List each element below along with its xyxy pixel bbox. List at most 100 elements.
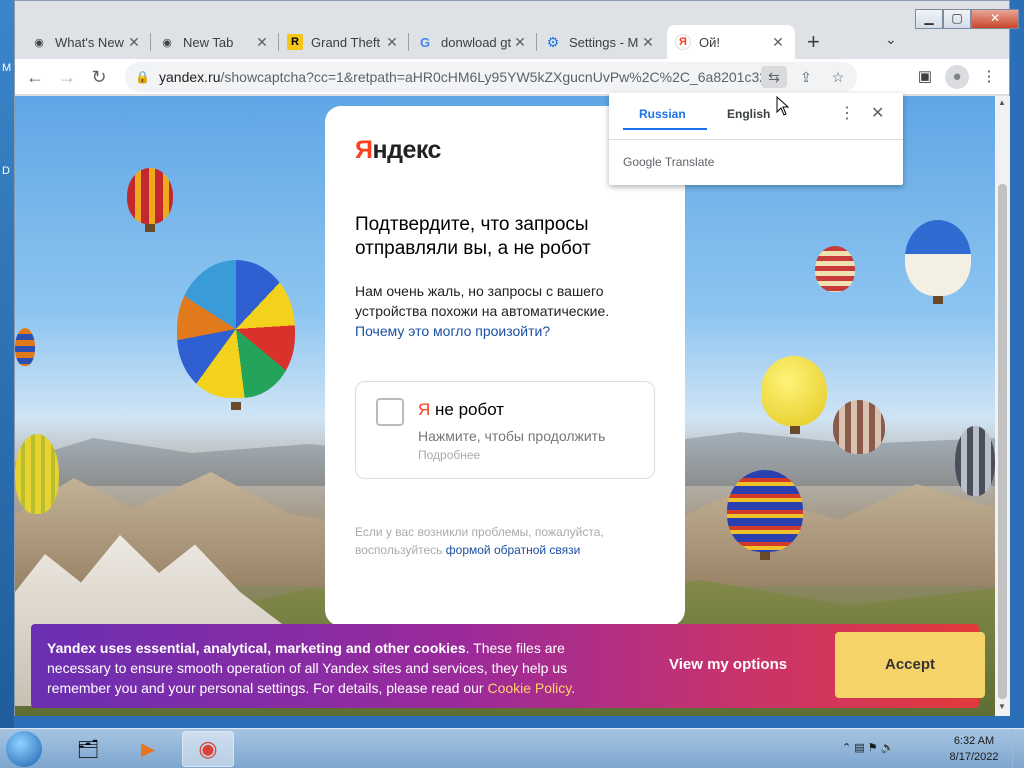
tab-title: Ой! — [699, 34, 720, 50]
scroll-down-arrow-icon[interactable]: ▼ — [998, 702, 1006, 711]
share-icon[interactable]: ⇪ — [793, 66, 819, 88]
not-robot-checkbox[interactable] — [376, 398, 404, 426]
clock-date: 8/17/2022 — [949, 751, 999, 763]
translate-options-icon[interactable]: ⋮ — [839, 103, 855, 123]
url-path: /showcaptcha?cc=1&retpath=aHR0cHM6Ly95YW… — [220, 69, 761, 85]
browser-window: ◉ What's New ✕ ◉ New Tab ✕ R Grand Theft… — [14, 0, 1019, 716]
chrome-icon: ◉ — [162, 36, 172, 49]
not-robot-text: не робот — [430, 400, 505, 419]
balloon — [15, 328, 35, 366]
yandex-icon: Я — [675, 34, 691, 50]
toolbar: ← → ↻ 🔒 yandex.ru/showcaptcha?cc=1&retpa… — [15, 59, 1009, 95]
tab-title: New Tab — [183, 34, 234, 50]
google-translate-brand: Google Translate — [623, 155, 715, 169]
translate-icon[interactable]: ⇆ — [761, 66, 787, 88]
yandex-logo-rest: ндекс — [372, 136, 441, 164]
cookie-text-tail: . — [571, 680, 576, 696]
balloon-basket — [790, 426, 800, 434]
close-tab-icon[interactable]: ✕ — [253, 34, 271, 51]
side-panel-icon[interactable]: ▣ — [913, 65, 937, 89]
google-icon: G — [419, 34, 431, 50]
vertical-scrollbar[interactable]: ▲ ▼ — [995, 96, 1010, 716]
clock-time: 6:32 AM — [953, 735, 995, 747]
chrome-taskbar-icon[interactable]: ◉ — [182, 731, 234, 767]
view-options-button[interactable]: View my options — [669, 656, 787, 673]
translate-popup: Russian English ⋮ ✕ Google Translate — [609, 93, 903, 185]
balloon — [955, 426, 995, 496]
scrollbar-thumb[interactable] — [998, 184, 1007, 699]
translate-close-icon[interactable]: ✕ — [871, 103, 884, 123]
back-button[interactable]: ← — [23, 65, 47, 89]
not-robot-more-link[interactable]: Подробнее — [418, 448, 480, 462]
settings-gear-icon: ⚙ — [546, 33, 560, 50]
close-tab-icon[interactable]: ✕ — [125, 34, 143, 51]
close-tab-icon[interactable]: ✕ — [383, 34, 401, 51]
balloon — [127, 168, 173, 224]
translate-tab-english[interactable]: English — [727, 107, 770, 121]
balloon — [761, 356, 827, 426]
translate-tab-russian[interactable]: Russian — [639, 107, 686, 121]
lock-icon[interactable]: 🔒 — [135, 70, 150, 84]
desktop-icon-fragment[interactable]: M — [2, 62, 11, 74]
url-host: yandex.ru — [159, 69, 221, 85]
balloon-basket — [145, 224, 155, 232]
profile-avatar[interactable]: ● — [945, 65, 969, 89]
close-window-button[interactable]: ✕ — [971, 9, 1019, 29]
scroll-up-arrow-icon[interactable]: ▲ — [998, 98, 1006, 107]
feedback-form-link[interactable]: формой обратной связи — [446, 543, 581, 557]
bookmark-star-icon[interactable]: ☆ — [825, 66, 851, 88]
close-tab-icon[interactable]: ✕ — [769, 34, 787, 51]
tab-yandex-active[interactable]: Я Ой! ✕ — [667, 25, 795, 59]
system-tray-icons[interactable]: ⌃ ▤ ⚑ 🔊 — [842, 741, 894, 754]
explorer-taskbar-icon[interactable]: 🗂 — [62, 731, 114, 767]
help-text: Если у вас возникли проблемы, пожалуйста… — [355, 523, 655, 559]
minimize-button[interactable]: ▁ — [915, 9, 943, 29]
url-text[interactable]: yandex.ru/showcaptcha?cc=1&retpath=aHR0c… — [159, 69, 761, 85]
divider — [609, 139, 903, 140]
mouse-cursor-icon — [776, 96, 790, 116]
show-desktop-button[interactable] — [1012, 729, 1024, 768]
desktop-icon-fragment[interactable]: D — [2, 165, 10, 177]
close-tab-icon[interactable]: ✕ — [511, 34, 529, 51]
tab-grand-theft-auto[interactable]: R Grand Theft Auto ✕ — [279, 25, 409, 59]
rockstar-icon: R — [287, 34, 303, 50]
desktop-edge: M D — [0, 0, 14, 728]
captcha-description-text: Нам очень жаль, но запросы с вашего устр… — [355, 283, 610, 319]
browser-menu-icon[interactable]: ⋮ — [977, 65, 1001, 89]
balloon — [905, 220, 971, 296]
active-tab-indicator — [623, 128, 707, 130]
balloon-basket — [933, 296, 943, 304]
tab-donwload-gta[interactable]: G donwload gta ✕ — [409, 25, 537, 59]
tab-new-tab[interactable]: ◉ New Tab ✕ — [151, 25, 279, 59]
media-player-taskbar-icon[interactable]: ▶ — [122, 731, 174, 767]
tab-settings[interactable]: ⚙ Settings - More ✕ — [537, 25, 665, 59]
captcha-description: Нам очень жаль, но запросы с вашего устр… — [355, 281, 655, 341]
cookie-text: Yandex uses essential, analytical, marke… — [47, 638, 627, 698]
reload-button[interactable]: ↻ — [87, 65, 111, 89]
captcha-heading: Подтвердите, что запросы отправляли вы, … — [355, 214, 591, 259]
forward-button[interactable]: → — [55, 65, 79, 89]
not-robot-widget[interactable]: Я не робот Нажмите, чтобы продолжить Под… — [355, 381, 655, 479]
tab-title: donwload gta — [441, 34, 511, 50]
yandex-logo-initial: Я — [355, 136, 373, 164]
tab-whats-new[interactable]: ◉ What's New ✕ — [23, 25, 151, 59]
tab-strip: ◉ What's New ✕ ◉ New Tab ✕ R Grand Theft… — [15, 1, 1019, 59]
tab-title: What's New — [55, 34, 124, 50]
new-tab-button[interactable]: + — [807, 29, 820, 55]
address-bar[interactable]: 🔒 yandex.ru/showcaptcha?cc=1&retpath=aHR… — [125, 62, 857, 92]
cookie-policy-link[interactable]: Cookie Policy — [487, 680, 571, 696]
system-clock[interactable]: 6:32 AM 8/17/2022 — [942, 733, 1006, 765]
why-link[interactable]: Почему это могло произойти? — [355, 323, 550, 339]
close-tab-icon[interactable]: ✕ — [639, 34, 657, 51]
not-robot-hint: Нажмите, чтобы продолжить — [418, 428, 606, 444]
start-button[interactable] — [6, 731, 42, 767]
balloon — [727, 470, 803, 552]
maximize-button[interactable]: ▢ — [943, 9, 971, 29]
accept-cookies-button[interactable]: Accept — [835, 632, 985, 698]
not-robot-label: Я не робот — [418, 400, 504, 420]
balloon — [15, 434, 59, 514]
balloon-basket — [760, 552, 770, 560]
tab-search-chevron-icon[interactable]: ⌄ — [885, 31, 897, 48]
chrome-icon: ◉ — [34, 36, 44, 49]
balloon — [815, 246, 855, 292]
